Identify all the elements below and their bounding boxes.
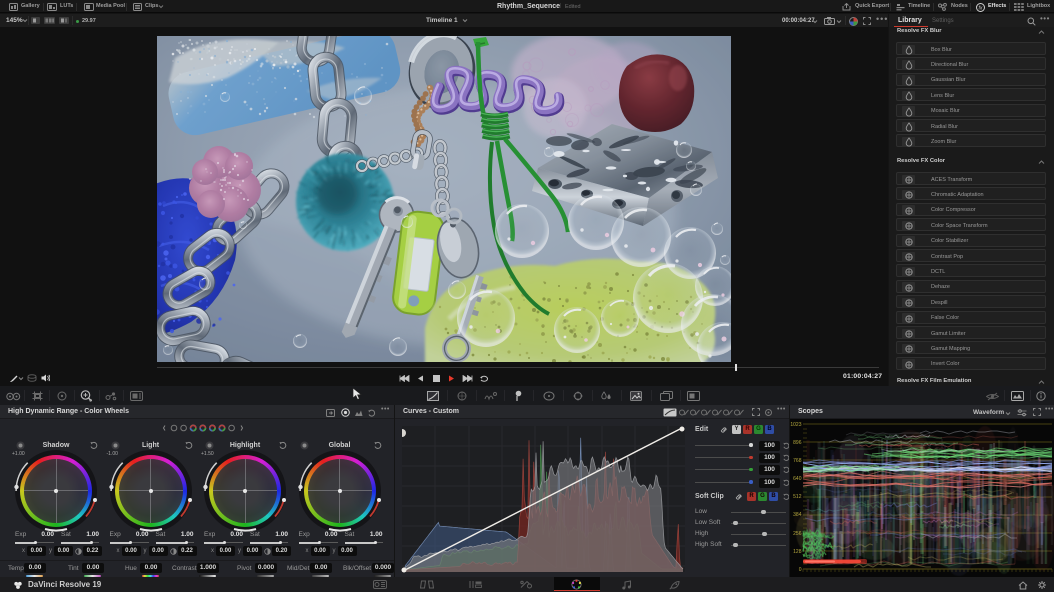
svg-text:1023: 1023 [790, 422, 801, 428]
svg-text:640: 640 [793, 476, 802, 482]
svg-text:768: 768 [793, 458, 802, 464]
svg-text:512: 512 [793, 494, 802, 500]
svg-text:fx: fx [979, 5, 983, 11]
svg-text:0: 0 [799, 567, 802, 573]
svg-text:Q: Q [89, 398, 92, 403]
svg-text:128: 128 [793, 549, 802, 555]
svg-text:896: 896 [793, 440, 802, 446]
